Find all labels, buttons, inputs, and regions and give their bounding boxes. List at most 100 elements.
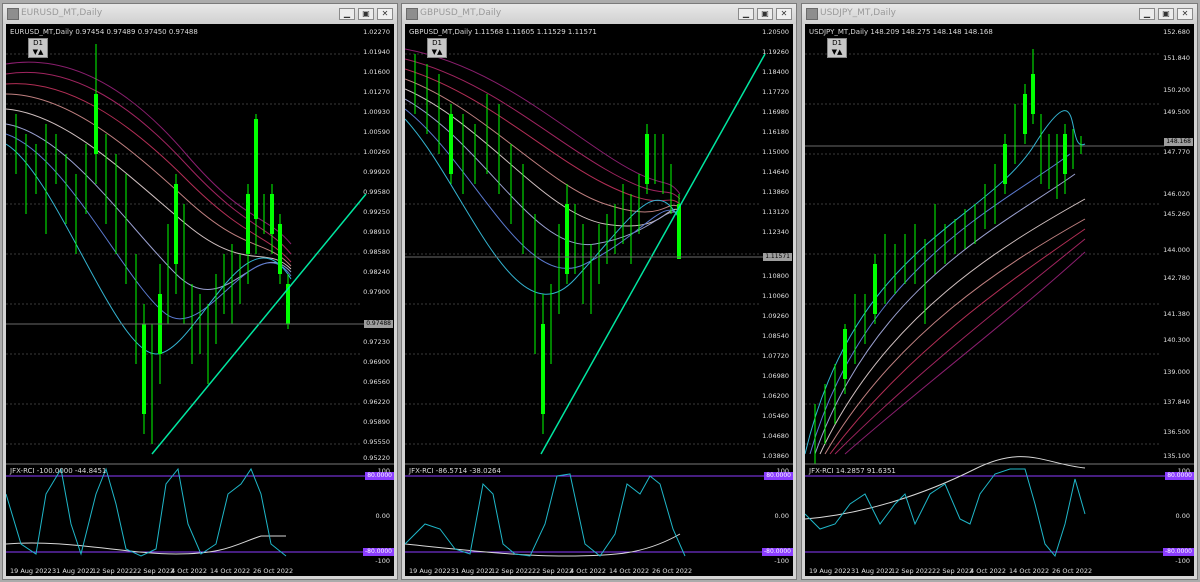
price-tick: 149.500 bbox=[1163, 108, 1190, 116]
price-tick: 1.12340 bbox=[762, 228, 789, 236]
price-tick: 1.02270 bbox=[363, 28, 390, 36]
price-tick: 147.770 bbox=[1163, 148, 1190, 156]
price-tick: 0.99250 bbox=[363, 208, 390, 216]
chart-window-gbpusd[interactable]: GBPUSD_MT,Daily ▁ ▣ ✕ GBPUSD_MT,Daily 1.… bbox=[401, 3, 797, 580]
price-tick: 0.98580 bbox=[363, 248, 390, 256]
price-tick: 1.06200 bbox=[762, 392, 789, 400]
close-icon[interactable]: ✕ bbox=[1177, 8, 1193, 20]
price-tick: 1.09260 bbox=[762, 312, 789, 320]
date-tick: 31 Aug 2022 bbox=[52, 567, 94, 575]
price-tick: 1.08540 bbox=[762, 332, 789, 340]
title-bar[interactable]: EURUSD_MT,Daily ▁ ▣ ✕ bbox=[3, 4, 397, 24]
date-tick: 4 Oct 2022 bbox=[171, 567, 208, 575]
price-tick: 0.96220 bbox=[363, 398, 390, 406]
restore-icon[interactable]: ▣ bbox=[757, 8, 773, 20]
chart-header: GBPUSD_MT,Daily 1.11568 1.11605 1.11529 … bbox=[409, 28, 597, 36]
price-tick: 1.10060 bbox=[762, 292, 789, 300]
price-tick: 135.100 bbox=[1163, 452, 1190, 460]
date-tick: 12 Sep 2022 bbox=[891, 567, 933, 575]
current-price-label: 0.97488 bbox=[364, 320, 393, 328]
price-tick: 1.10800 bbox=[762, 272, 789, 280]
indicator-header: JFX-RCI -100.0000 -44.8451 bbox=[10, 467, 107, 475]
chart-window-usdjpy[interactable]: USDJPY_MT,Daily ▁ ▣ ✕ USDJPY_MT,Daily 14… bbox=[801, 3, 1198, 580]
date-tick: 14 Oct 2022 bbox=[609, 567, 650, 575]
price-tick: 144.000 bbox=[1163, 246, 1190, 254]
price-tick: 1.13860 bbox=[762, 188, 789, 196]
price-tick: 0.99580 bbox=[363, 188, 390, 196]
minimize-icon[interactable]: ▁ bbox=[738, 8, 754, 20]
price-tick: 140.300 bbox=[1163, 336, 1190, 344]
timeframe-badge[interactable]: D1 ▼▲ bbox=[427, 38, 447, 58]
chart-header: USDJPY_MT,Daily 148.209 148.275 148.148 … bbox=[809, 28, 993, 36]
price-tick: 0.99920 bbox=[363, 168, 390, 176]
price-tick: 1.00590 bbox=[363, 128, 390, 136]
price-tick: 1.16980 bbox=[762, 108, 789, 116]
restore-icon[interactable]: ▣ bbox=[1158, 8, 1174, 20]
rci-tick: -100 bbox=[375, 557, 390, 565]
date-tick: 26 Oct 2022 bbox=[652, 567, 693, 575]
rci-tick: -100 bbox=[1175, 557, 1190, 565]
indicator-header: JFX-RCI -86.5714 -38.0264 bbox=[409, 467, 501, 475]
chart-window-icon bbox=[7, 8, 19, 20]
minimize-icon[interactable]: ▁ bbox=[339, 8, 355, 20]
date-tick: 19 Aug 2022 bbox=[10, 567, 52, 575]
chart-area[interactable]: USDJPY_MT,Daily 148.209 148.275 148.148 … bbox=[805, 24, 1194, 576]
rci-upper-label: 80.0000 bbox=[365, 472, 394, 480]
price-tick: 139.000 bbox=[1163, 368, 1190, 376]
title-bar[interactable]: USDJPY_MT,Daily ▁ ▣ ✕ bbox=[802, 4, 1197, 24]
current-price-label: 1.11571 bbox=[763, 253, 792, 261]
rci-upper-label: 80.0000 bbox=[764, 472, 793, 480]
price-tick: 142.780 bbox=[1163, 274, 1190, 282]
price-tick: 1.00930 bbox=[363, 108, 390, 116]
price-tick: 1.14640 bbox=[762, 168, 789, 176]
price-tick: 151.840 bbox=[1163, 54, 1190, 62]
close-icon[interactable]: ✕ bbox=[776, 8, 792, 20]
price-chart-svg bbox=[6, 44, 394, 557]
timeframe-badge[interactable]: D1 ▼▲ bbox=[827, 38, 847, 58]
chart-window-eurusd[interactable]: EURUSD_MT,Daily ▁ ▣ ✕ EURUSD_MT,Daily 0.… bbox=[2, 3, 398, 580]
rci-lower-label: -80.0000 bbox=[762, 548, 793, 556]
date-tick: 12 Sep 2022 bbox=[92, 567, 134, 575]
rci-tick: -100 bbox=[774, 557, 789, 565]
date-tick: 26 Oct 2022 bbox=[253, 567, 294, 575]
price-tick: 1.01600 bbox=[363, 68, 390, 76]
price-tick: 1.07720 bbox=[762, 352, 789, 360]
price-tick: 1.13120 bbox=[762, 208, 789, 216]
price-tick: 1.18400 bbox=[762, 68, 789, 76]
window-title: GBPUSD_MT,Daily bbox=[420, 8, 502, 18]
price-tick: 0.95220 bbox=[363, 454, 390, 462]
price-tick: 1.01270 bbox=[363, 88, 390, 96]
price-tick: 0.95550 bbox=[363, 438, 390, 446]
price-tick: 1.16180 bbox=[762, 128, 789, 136]
price-tick: 150.200 bbox=[1163, 86, 1190, 94]
date-tick: 4 Oct 2022 bbox=[570, 567, 607, 575]
date-tick: 22 Sep 2022 bbox=[532, 567, 574, 575]
indicator-header: JFX-RCI 14.2857 91.6351 bbox=[809, 467, 896, 475]
minimize-icon[interactable]: ▁ bbox=[1139, 8, 1155, 20]
date-tick: 31 Aug 2022 bbox=[451, 567, 493, 575]
date-tick: 26 Oct 2022 bbox=[1052, 567, 1093, 575]
price-tick: 1.06980 bbox=[762, 372, 789, 380]
window-title: EURUSD_MT,Daily bbox=[21, 8, 103, 18]
price-tick: 152.680 bbox=[1163, 28, 1190, 36]
price-tick: 146.020 bbox=[1163, 190, 1190, 198]
price-tick: 0.96560 bbox=[363, 378, 390, 386]
restore-icon[interactable]: ▣ bbox=[358, 8, 374, 20]
date-tick: 22 Sep 2022 bbox=[932, 567, 974, 575]
title-bar[interactable]: GBPUSD_MT,Daily ▁ ▣ ✕ bbox=[402, 4, 796, 24]
chart-area[interactable]: EURUSD_MT,Daily 0.97454 0.97489 0.97450 … bbox=[6, 24, 394, 576]
price-tick: 1.15000 bbox=[762, 148, 789, 156]
price-tick: 136.500 bbox=[1163, 428, 1190, 436]
rci-lower-label: -80.0000 bbox=[363, 548, 394, 556]
date-tick: 14 Oct 2022 bbox=[1009, 567, 1050, 575]
price-tick: 0.95890 bbox=[363, 418, 390, 426]
chart-area[interactable]: GBPUSD_MT,Daily 1.11568 1.11605 1.11529 … bbox=[405, 24, 793, 576]
price-tick: 137.840 bbox=[1163, 398, 1190, 406]
close-icon[interactable]: ✕ bbox=[377, 8, 393, 20]
date-tick: 19 Aug 2022 bbox=[409, 567, 451, 575]
date-tick: 14 Oct 2022 bbox=[210, 567, 251, 575]
price-tick: 141.380 bbox=[1163, 310, 1190, 318]
price-tick: 0.98910 bbox=[363, 228, 390, 236]
price-chart-svg bbox=[805, 49, 1194, 558]
timeframe-badge[interactable]: D1 ▼▲ bbox=[28, 38, 48, 58]
